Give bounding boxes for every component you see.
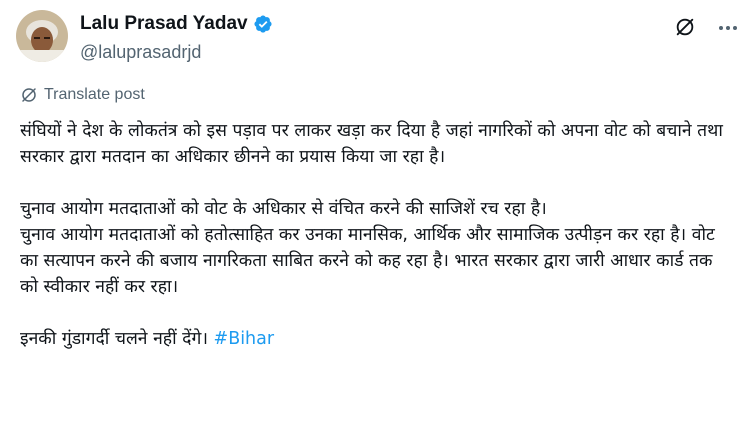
post-paragraph-3: इनकी गुंडागर्दी चलने नहीं देंगे। #Bihar xyxy=(20,326,730,352)
more-options-icon[interactable] xyxy=(716,16,740,40)
translate-post-label: Translate post xyxy=(44,86,145,103)
author-display-name[interactable]: Lalu Prasad Yadav xyxy=(80,13,248,35)
post-body: संघियों ने देश के लोकतंत्र को इस पड़ाव प… xyxy=(20,118,730,352)
post-paragraph-1: संघियों ने देश के लोकतंत्र को इस पड़ाव प… xyxy=(20,121,723,167)
verified-badge-icon xyxy=(253,14,273,34)
author-names: Lalu Prasad Yadav @laluprasadrjd xyxy=(80,12,273,63)
translate-post-link[interactable]: Translate post xyxy=(20,86,145,104)
hashtag-link[interactable]: #Bihar xyxy=(214,329,275,349)
post-paragraph-2a: चुनाव आयोग मतदाताओं को वोट के अधिकार से … xyxy=(20,199,547,219)
post-header: Lalu Prasad Yadav @laluprasadrjd xyxy=(16,10,737,66)
grok-icon[interactable] xyxy=(674,16,696,38)
post-paragraph-2b: चुनाव आयोग मतदाताओं को हतोत्साहित कर उनक… xyxy=(20,225,715,297)
post-paragraph-3-text: इनकी गुंडागर्दी चलने नहीं देंगे। xyxy=(20,329,214,349)
avatar[interactable] xyxy=(16,10,68,62)
globe-icon xyxy=(22,88,36,102)
author-handle[interactable]: @laluprasadrjd xyxy=(80,42,273,63)
